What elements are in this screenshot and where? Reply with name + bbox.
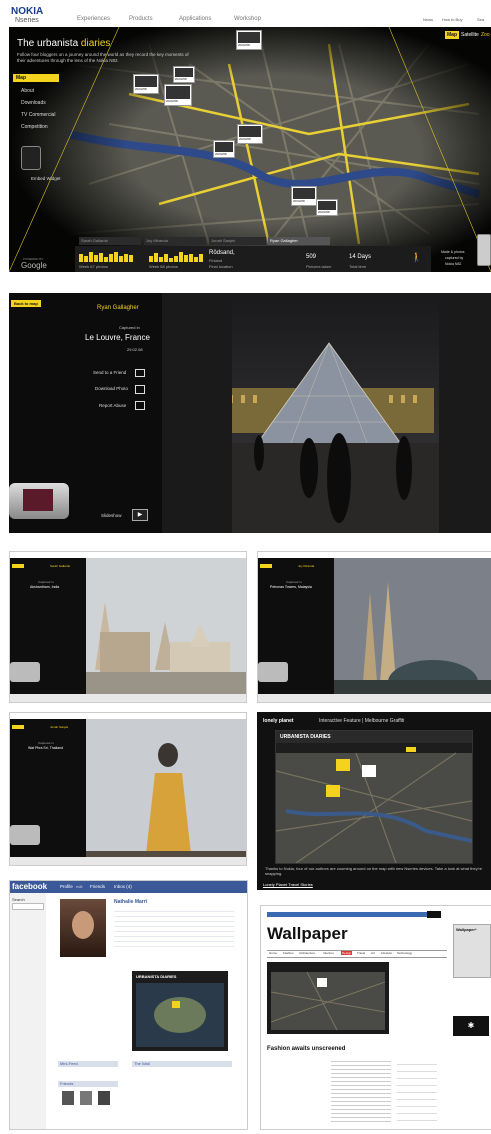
fb-nav-profile[interactable]: Profile bbox=[60, 884, 73, 889]
fb-search-input[interactable] bbox=[12, 903, 44, 910]
lonely-planet-logo[interactable]: lonely planet bbox=[263, 718, 294, 724]
wp-top-banner bbox=[267, 912, 427, 917]
louvre-photo bbox=[162, 293, 491, 533]
wp-widget-map[interactable] bbox=[267, 962, 389, 1034]
lonely-planet-screen: lonely planet Interactive Feature | Melb… bbox=[257, 712, 491, 890]
friend-avatar[interactable] bbox=[98, 1091, 110, 1105]
widget-map[interactable] bbox=[276, 731, 472, 863]
mini-screen-india: Captured in Akshardham, India Sarah Gall… bbox=[9, 551, 247, 703]
wp-nav-lifestyle[interactable]: Lifestyle bbox=[381, 951, 392, 955]
fb-section-friends[interactable]: Friends bbox=[58, 1081, 118, 1087]
fb-search-label: Search bbox=[12, 897, 25, 902]
wp-urbanista-widget[interactable] bbox=[267, 962, 389, 1034]
fb-sidebar bbox=[10, 893, 46, 1129]
fb-nav-inbox[interactable]: Inbox (4) bbox=[114, 884, 132, 889]
profile-photo[interactable] bbox=[60, 899, 106, 957]
photo-histogram bbox=[79, 252, 203, 262]
wp-magazine-ad[interactable]: Wallpaper* bbox=[453, 924, 491, 978]
pictures-value: 509 bbox=[306, 254, 317, 260]
feature-caption: Thanks to Nokia, four of our authors are… bbox=[265, 866, 483, 876]
wp-star-tile[interactable]: ✱ bbox=[453, 1016, 489, 1036]
profile-name: Nathalie Marri bbox=[114, 899, 148, 905]
friend-avatar[interactable] bbox=[62, 1091, 74, 1105]
location-value: Rödsand, bbox=[209, 250, 235, 256]
article-headline: Fashion awaits unscreened bbox=[267, 1046, 346, 1052]
mini-feed-label: Mini-Feed bbox=[60, 1061, 78, 1066]
buddha-photo bbox=[86, 719, 246, 865]
days-value: 14 Days bbox=[349, 254, 372, 260]
fb-nav-friends[interactable]: Friends bbox=[90, 884, 105, 889]
nokia-phone-image bbox=[477, 234, 491, 266]
travel-stories-link[interactable]: Lonely Planet Travel Stories bbox=[263, 882, 313, 887]
wp-nav-technology[interactable]: Technology bbox=[397, 951, 412, 955]
fb-section-mini-feed[interactable]: Mini-Feed bbox=[58, 1061, 118, 1067]
wp-nav-interiors[interactable]: Interiors bbox=[323, 951, 334, 955]
days-label: Total time bbox=[349, 264, 367, 269]
mini-screen-malaysia: Captured in Petronas Towers, Malaysia Jo… bbox=[257, 551, 491, 703]
photo-detail-screen: Back to map Ryan Gallagher Captured in L… bbox=[9, 293, 491, 533]
wall-label: The Wall bbox=[134, 1061, 150, 1066]
profile-info-block bbox=[114, 907, 234, 947]
wp-nav-architecture[interactable]: Architecture bbox=[299, 951, 315, 955]
urbanista-map-screen: NOKIA Nseries Experiences Products Appli… bbox=[9, 4, 491, 272]
temple-photo bbox=[86, 558, 246, 702]
feature-title: Interactive Feature | Melbourne Graffiti bbox=[319, 718, 405, 724]
wp-nav-travel[interactable]: Travel bbox=[357, 951, 365, 955]
walker-icon: 🚶 bbox=[411, 252, 423, 262]
week-2-label: Week 68 photos bbox=[149, 264, 178, 269]
wallpaper-screen: Wallpaper Home Fashion Architecture Inte… bbox=[260, 905, 491, 1130]
ad-title: Wallpaper* bbox=[456, 927, 477, 932]
mini-footer bbox=[10, 694, 246, 702]
wp-banner-button[interactable] bbox=[427, 911, 441, 918]
captured-by-line2: captured by bbox=[445, 256, 464, 260]
friend-avatar[interactable] bbox=[80, 1091, 92, 1105]
wp-nav-design[interactable]: Design bbox=[341, 951, 353, 955]
mini-screen-thailand: Captured in Wat Phra Sri, Thailand Jonah… bbox=[9, 712, 247, 866]
urbanista-widget[interactable]: URBANISTA DIARIES bbox=[275, 730, 473, 864]
fb-urbanista-widget[interactable]: URBANISTA DIARIES bbox=[132, 971, 228, 1051]
sidebar-list bbox=[397, 1058, 437, 1122]
fb-widget-map[interactable] bbox=[132, 971, 228, 1051]
country-value: Finland bbox=[209, 258, 223, 263]
final-location-label: Final location bbox=[209, 264, 233, 269]
pictures-label: Pictures taken bbox=[306, 264, 332, 269]
friends-label: Friends bbox=[60, 1081, 74, 1086]
facebook-screen: facebook Profile edit Friends Inbox (4) … bbox=[9, 880, 248, 1130]
week-1-label: Week 67 photos bbox=[79, 264, 108, 269]
wp-nav-art[interactable]: Art bbox=[371, 951, 375, 955]
wallpaper-logo[interactable]: Wallpaper bbox=[267, 924, 348, 944]
fb-section-wall[interactable]: The Wall bbox=[132, 1061, 232, 1067]
captured-by-line3: Nokia N82 bbox=[445, 262, 462, 266]
fb-nav-edit[interactable]: edit bbox=[76, 884, 82, 889]
mini-footer bbox=[10, 857, 246, 865]
widget-map-button[interactable] bbox=[406, 747, 416, 752]
mini-footer bbox=[258, 694, 491, 702]
towers-photo bbox=[334, 558, 491, 702]
facebook-logo[interactable]: facebook bbox=[12, 882, 47, 891]
face bbox=[72, 911, 94, 939]
captured-by-line1: Made & photos bbox=[441, 250, 465, 254]
article-body bbox=[331, 1058, 391, 1122]
wp-nav-home[interactable]: Home bbox=[269, 951, 277, 955]
wp-nav-fashion[interactable]: Fashion bbox=[283, 951, 294, 955]
